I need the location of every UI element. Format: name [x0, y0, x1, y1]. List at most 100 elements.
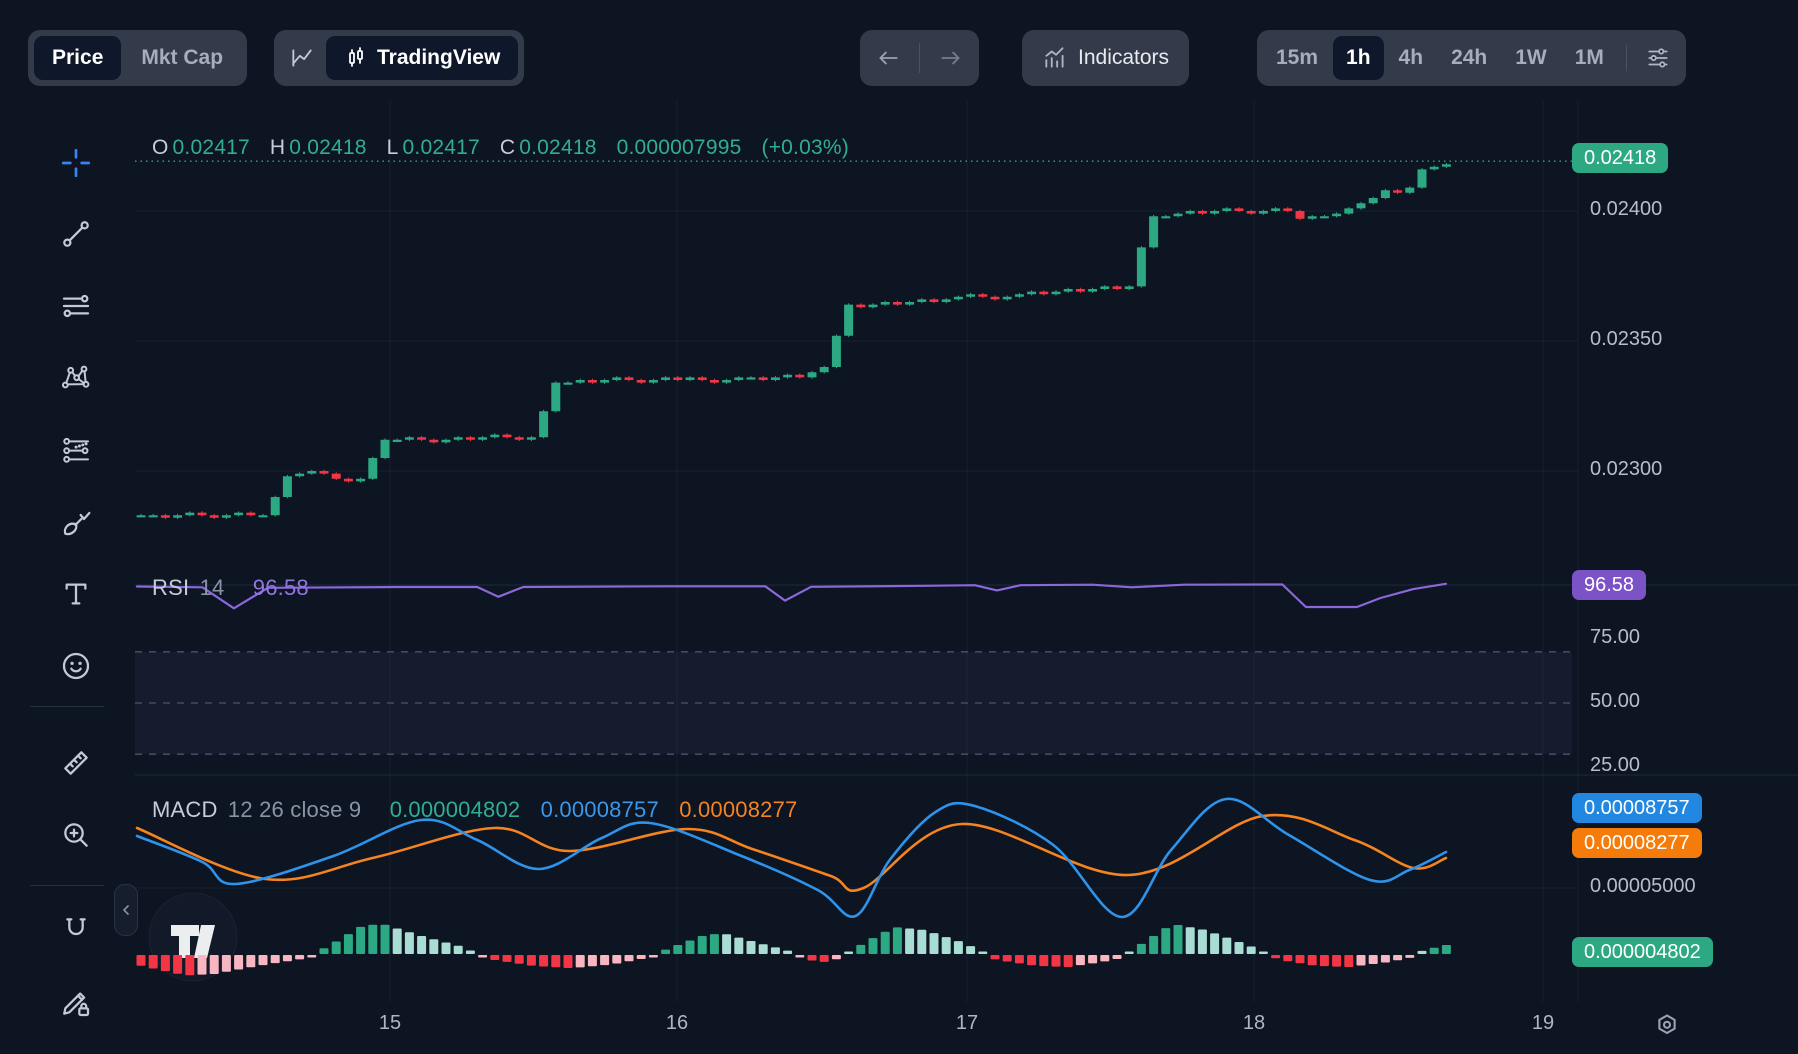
rsi-band — [135, 652, 1572, 754]
macd-signal-badge: 0.00008277 — [1572, 828, 1702, 858]
chevron-left-icon — [120, 904, 132, 916]
timeframe-1w[interactable]: 1W — [1502, 46, 1560, 70]
crosshair-icon — [59, 146, 93, 180]
brush-icon — [60, 507, 92, 539]
ohlc-legend: O0.02417 H0.02418 L0.02417 C0.02418 0.00… — [152, 136, 849, 160]
macd-axis-label: 0.00005000 — [1590, 875, 1696, 898]
macd-name: MACD — [152, 797, 218, 822]
rsi-period: 14 — [200, 575, 225, 600]
tab-price[interactable]: Price — [34, 36, 121, 80]
price-badge: 0.02418 — [1572, 143, 1668, 173]
chart-settings-button[interactable] — [1645, 1004, 1689, 1048]
text-tool[interactable] — [50, 568, 102, 620]
price-mktcap-toggle: Price Mkt Cap — [28, 30, 247, 86]
tab-mktcap[interactable]: Mkt Cap — [123, 46, 241, 70]
rsi-axis-label: 25.00 — [1590, 754, 1640, 777]
history-nav — [860, 30, 979, 86]
brush-tool[interactable] — [50, 497, 102, 549]
candlestick-chart-icon — [344, 46, 368, 70]
trend-line-icon — [60, 218, 92, 250]
timeframe-settings-button[interactable] — [1636, 36, 1680, 80]
magnet-icon — [60, 914, 92, 946]
sliders-icon — [1645, 45, 1671, 71]
indicators-icon — [1042, 45, 1068, 71]
back-button[interactable] — [866, 36, 910, 80]
indicators-button[interactable]: Indicators — [1022, 30, 1189, 86]
sidebar-collapse-handle[interactable] — [114, 884, 138, 936]
timeframe-bar: 15m 1h 4h 24h 1W 1M — [1257, 30, 1686, 86]
rsi-axis-label: 50.00 — [1590, 690, 1640, 713]
price-axis-label: 0.02400 — [1590, 198, 1662, 221]
timeframe-4h[interactable]: 4h — [1386, 46, 1437, 70]
arrow-left-icon — [875, 45, 901, 71]
zoom-in-tool[interactable] — [50, 809, 102, 861]
open-label: O — [152, 136, 169, 159]
time-label: 17 — [956, 1012, 978, 1035]
rsi-badge: 96.58 — [1572, 570, 1646, 600]
close-value: 0.02418 — [519, 136, 596, 159]
timeframe-1m[interactable]: 1M — [1562, 46, 1617, 70]
nav-divider — [919, 43, 920, 73]
measure-tool[interactable] — [50, 737, 102, 789]
line-chart-button[interactable] — [280, 36, 324, 80]
indicators-label: Indicators — [1078, 46, 1169, 70]
rsi-name: RSI — [152, 575, 189, 600]
time-label: 15 — [379, 1012, 401, 1035]
macd-legend: MACD 12 26 close 9 0.000004802 0.0000875… — [152, 797, 797, 823]
timeframe-15m[interactable]: 15m — [1263, 46, 1331, 70]
timeframe-1h[interactable]: 1h — [1333, 36, 1384, 80]
projection-icon — [60, 434, 92, 466]
open-value: 0.02417 — [173, 136, 250, 159]
crosshair-tool[interactable] — [50, 137, 102, 189]
text-icon — [60, 578, 92, 610]
smiley-icon — [60, 650, 92, 682]
trading-chart-app: Price Mkt Cap TradingView — [0, 0, 1798, 1054]
change-percent: (+0.03%) — [762, 136, 849, 159]
macd-signal-value: 0.00008277 — [679, 797, 797, 822]
macd-line-badge: 0.00008757 — [1572, 793, 1702, 823]
arrow-right-icon — [938, 45, 964, 71]
macd-params: 12 26 close 9 — [228, 797, 361, 822]
gridlines — [135, 100, 1798, 1002]
time-label: 19 — [1532, 1012, 1554, 1035]
parallel-lines-icon — [60, 290, 92, 322]
macd-hist-value: 0.000004802 — [390, 797, 521, 822]
rsi-line — [137, 584, 1446, 609]
magnet-tool[interactable] — [50, 904, 102, 956]
pattern-tool[interactable] — [50, 351, 102, 403]
toolbar-divider — [30, 706, 104, 707]
tradingview-button[interactable]: TradingView — [326, 36, 518, 80]
zoom-in-icon — [60, 819, 92, 851]
low-value: 0.02417 — [403, 136, 480, 159]
close-label: C — [500, 136, 515, 159]
xabcd-pattern-icon — [60, 361, 92, 393]
timeframe-divider — [1626, 45, 1627, 71]
high-label: H — [270, 136, 285, 159]
forward-button[interactable] — [929, 36, 973, 80]
line-chart-icon — [289, 45, 315, 71]
low-label: L — [387, 136, 399, 159]
time-label: 16 — [666, 1012, 688, 1035]
chart-source-toggle: TradingView — [274, 30, 524, 86]
pencil-lock-icon — [60, 987, 92, 1019]
horizontal-lines-tool[interactable] — [50, 280, 102, 332]
forecast-tool[interactable] — [50, 424, 102, 476]
emoji-tool[interactable] — [50, 640, 102, 692]
rsi-value: 96.58 — [253, 575, 309, 600]
high-value: 0.02418 — [289, 136, 366, 159]
rsi-legend: RSI 14 96.58 — [152, 575, 309, 601]
toolbar-divider-2 — [30, 885, 104, 886]
macd-line-value: 0.00008757 — [541, 797, 659, 822]
tradingview-label: TradingView — [377, 46, 500, 70]
timeframe-24h[interactable]: 24h — [1438, 46, 1500, 70]
macd-hist-badge: 0.000004802 — [1572, 937, 1713, 967]
change-value: 0.000007995 — [617, 136, 742, 159]
price-axis-label: 0.02300 — [1590, 458, 1662, 481]
price-axis-label: 0.02350 — [1590, 328, 1662, 351]
rsi-axis-label: 75.00 — [1590, 626, 1640, 649]
lock-drawings-tool[interactable] — [50, 977, 102, 1029]
ruler-icon — [60, 747, 92, 779]
trend-line-tool[interactable] — [50, 208, 102, 260]
time-label: 18 — [1243, 1012, 1265, 1035]
settings-gear-icon — [1652, 1011, 1682, 1041]
